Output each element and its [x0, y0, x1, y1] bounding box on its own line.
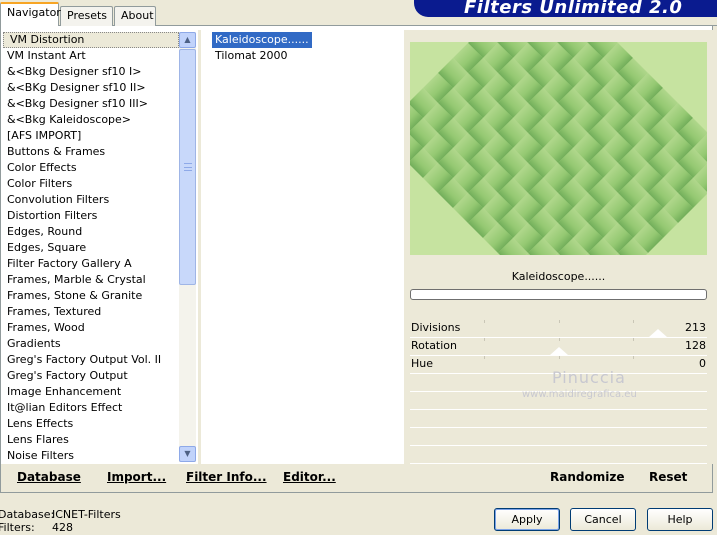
database-button[interactable]: Database [17, 470, 81, 484]
category-item[interactable]: Edges, Round [3, 224, 179, 240]
import-button[interactable]: Import... [107, 470, 166, 484]
preview-filter-name: Kaleidoscope...... [511, 270, 606, 283]
category-item[interactable]: VM Instant Art [3, 48, 179, 64]
param-name: Divisions [411, 321, 461, 334]
category-item[interactable]: Frames, Marble & Crystal [3, 272, 179, 288]
filter-item[interactable]: Tilomat 2000 [212, 48, 290, 64]
slider-thumb[interactable] [649, 329, 667, 337]
param-row[interactable]: Divisions 213 [410, 320, 707, 338]
slider-tick [633, 320, 634, 323]
progress-bar [410, 289, 707, 300]
category-item[interactable]: Filter Factory Gallery A [3, 256, 179, 272]
category-item[interactable]: Color Effects [3, 160, 179, 176]
param-row-empty [410, 428, 707, 446]
scroll-down-button[interactable]: ▼ [179, 446, 196, 462]
category-item[interactable]: Frames, Textured [3, 304, 179, 320]
scroll-grip-icon [184, 163, 192, 171]
category-item[interactable]: VM Distortion [3, 32, 179, 48]
category-item[interactable]: It@lian Editors Effect [3, 400, 179, 416]
reset-button[interactable]: Reset [649, 470, 687, 484]
app-banner: Filters Unlimited 2.0 [414, 0, 717, 17]
category-item[interactable]: Distortion Filters [3, 208, 179, 224]
slider-thumb[interactable] [550, 347, 568, 355]
category-item[interactable]: &<Bkg Designer sf10 I> [3, 64, 179, 80]
randomize-button[interactable]: Randomize [550, 470, 624, 484]
param-name: Hue [411, 357, 434, 370]
filters-count-label: Filters: [0, 521, 35, 534]
tab-navigator[interactable]: Navigator [0, 2, 61, 26]
param-value: 128 [685, 339, 706, 352]
scroll-up-button[interactable]: ▲ [179, 32, 196, 48]
slider-tick [484, 320, 485, 323]
param-value: 213 [685, 321, 706, 334]
filter-info-button[interactable]: Filter Info... [186, 470, 267, 484]
slider-tick [559, 356, 560, 359]
category-item[interactable]: Greg's Factory Output Vol. II [3, 352, 179, 368]
category-item[interactable]: Frames, Stone & Granite [3, 288, 179, 304]
watermark-name: Pinuccia [552, 368, 626, 387]
param-value: 0 [699, 357, 706, 370]
category-item[interactable]: &<Bkg Kaleidoscope> [3, 112, 179, 128]
apply-button[interactable]: Apply [494, 508, 560, 531]
category-item[interactable]: Noise Filters [3, 448, 179, 464]
param-name: Rotation [411, 339, 458, 352]
category-item[interactable]: Edges, Square [3, 240, 179, 256]
category-item[interactable]: Greg's Factory Output [3, 368, 179, 384]
filter-list[interactable]: Kaleidoscope...... Tilomat 2000 [212, 32, 400, 64]
database-label: Database: [0, 508, 55, 521]
slider-tick [484, 338, 485, 341]
database-value: ICNET-Filters [52, 508, 121, 521]
editor-button[interactable]: Editor... [283, 470, 336, 484]
param-row-empty [410, 446, 707, 464]
category-item[interactable]: &<BKg Designer sf10 II> [3, 80, 179, 96]
slider-tick [484, 356, 485, 359]
filters-count-value: 428 [52, 521, 73, 534]
category-item[interactable]: Frames, Wood [3, 320, 179, 336]
tab-presets[interactable]: Presets [60, 6, 113, 26]
category-item[interactable]: Gradients [3, 336, 179, 352]
list-divider [198, 30, 201, 464]
filter-item[interactable]: Kaleidoscope...... [212, 32, 312, 48]
category-item[interactable]: Lens Effects [3, 416, 179, 432]
param-row-empty [410, 410, 707, 428]
scroll-thumb[interactable] [179, 49, 196, 285]
help-button[interactable]: Help [647, 508, 713, 531]
category-item[interactable]: Color Filters [3, 176, 179, 192]
tab-about[interactable]: About [114, 6, 156, 26]
slider-tick [559, 338, 560, 341]
category-scrollbar[interactable]: ▲ ▼ [179, 32, 196, 462]
preview-image [410, 42, 707, 255]
category-list[interactable]: VM Distortion VM Instant Art &<Bkg Designe… [3, 32, 179, 464]
category-item[interactable]: &<Bkg Designer sf10 III> [3, 96, 179, 112]
kaleidoscope-pattern [410, 42, 707, 255]
slider-tick [633, 338, 634, 341]
cancel-button[interactable]: Cancel [570, 508, 636, 531]
param-row[interactable]: Rotation 128 [410, 338, 707, 356]
slider-tick [559, 320, 560, 323]
category-item[interactable]: Convolution Filters [3, 192, 179, 208]
app-title: Filters Unlimited 2.0 [464, 0, 683, 17]
watermark-url: www.maidiregrafica.eu [522, 389, 637, 400]
category-item[interactable]: Lens Flares [3, 432, 179, 448]
category-item[interactable]: Buttons & Frames [3, 144, 179, 160]
category-item[interactable]: Image Enhancement [3, 384, 179, 400]
category-item[interactable]: [AFS IMPORT] [3, 128, 179, 144]
slider-tick [633, 356, 634, 359]
